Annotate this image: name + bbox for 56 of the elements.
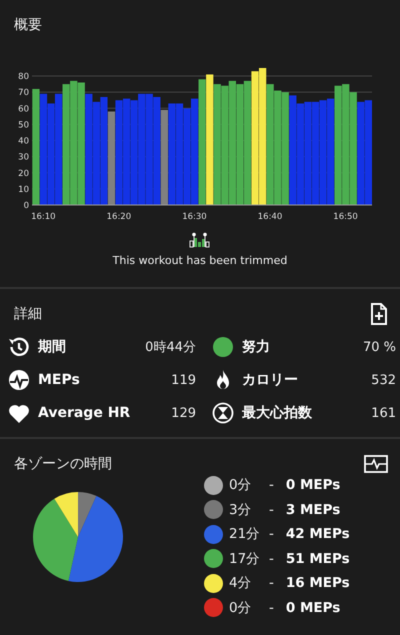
- stat-label: Average HR: [38, 405, 132, 421]
- trim-note: This workout has been trimmed: [112, 254, 288, 267]
- stat-label: MEPs: [38, 372, 81, 388]
- axis-label: 16:30: [182, 212, 207, 222]
- stat-label: 努力: [242, 338, 271, 356]
- trim-icon: [189, 232, 211, 248]
- effort-dot-icon: [212, 336, 234, 358]
- stat-value: 161: [371, 406, 396, 420]
- section-title: 各ゾーンの時間: [14, 455, 112, 473]
- zone-meps: 3 MEPs: [286, 502, 340, 518]
- stat-value: 129: [171, 406, 196, 420]
- axis-label: 30: [18, 152, 29, 163]
- axis-label: 16:20: [106, 212, 132, 222]
- axis-label: 60: [18, 104, 29, 114]
- section-title: 概要: [14, 16, 42, 34]
- zone-minutes: 17分: [229, 550, 261, 568]
- stat-label: 最大心拍数: [242, 404, 313, 422]
- axis-label: 16:10: [31, 212, 56, 222]
- separator: -: [269, 477, 274, 493]
- axis-label: 16:50: [333, 212, 358, 222]
- zone-minutes: 21分: [229, 525, 261, 543]
- axis-label: 16:40: [258, 212, 282, 222]
- hourglass-icon: [212, 402, 234, 424]
- zone-meps: 0 MEPs: [286, 477, 340, 493]
- zone-minutes: 0分: [229, 598, 253, 616]
- axis-label: 80: [18, 72, 29, 82]
- separator: -: [269, 502, 274, 518]
- axis-label: 20: [18, 168, 29, 179]
- separator: -: [269, 550, 274, 566]
- stat-value: 70 %: [362, 340, 396, 354]
- zone-meps: 51 MEPs: [286, 550, 350, 566]
- clock-icon: [8, 336, 30, 358]
- stat-label: カロリー: [242, 371, 299, 389]
- stat-value: 119: [171, 372, 196, 388]
- heart-icon: [8, 402, 30, 424]
- separator: -: [269, 575, 274, 591]
- zone-meps: 42 MEPs: [286, 526, 350, 542]
- add-document-icon[interactable]: [370, 303, 388, 325]
- stat-value: 0時44分: [145, 339, 196, 356]
- zone-meps: 16 MEPs: [286, 575, 350, 591]
- zone-minutes: 3分: [229, 500, 253, 518]
- axis-label: 70: [18, 88, 29, 98]
- axis-label: 40: [18, 136, 29, 147]
- stat-value: 532: [371, 372, 396, 388]
- pulse-icon: [8, 369, 30, 391]
- axis-label: 50: [18, 120, 29, 130]
- zone-minutes: 4分: [229, 574, 253, 592]
- zone-minutes: 0分: [229, 476, 253, 494]
- axis-label: 0: [24, 201, 29, 211]
- heart-rate-chart-icon[interactable]: [364, 455, 388, 473]
- zone-meps: 0 MEPs: [286, 600, 340, 616]
- section-title: 詳細: [14, 305, 42, 323]
- stat-label: 期間: [38, 338, 67, 356]
- separator: -: [269, 600, 274, 616]
- axis-label: 10: [18, 184, 29, 195]
- separator: -: [269, 526, 274, 542]
